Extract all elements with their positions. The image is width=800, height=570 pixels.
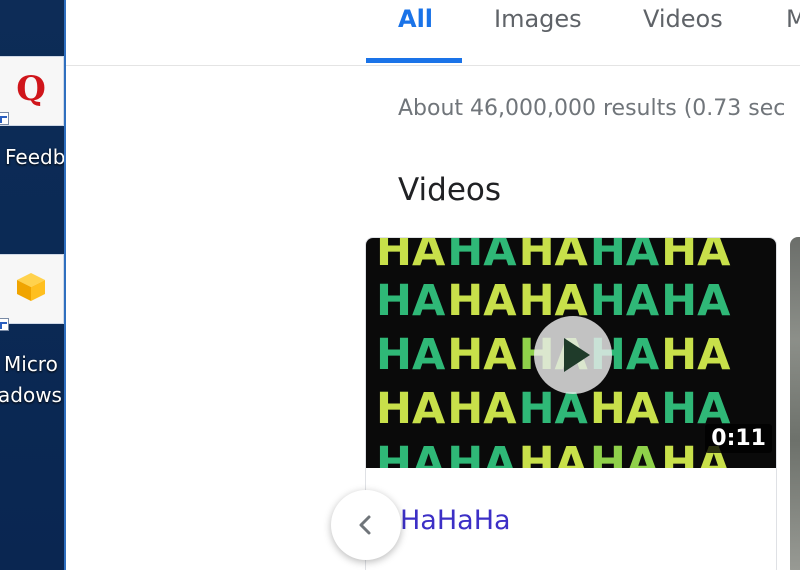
thumbnail-ha: HA <box>661 330 731 380</box>
video-thumbnail[interactable]: HAHAHAHAHA HAHAHAHAHA HAHA HAHA HA HAHAHAH… <box>366 238 776 468</box>
thumbnail-ha: HA <box>447 384 517 434</box>
desktop-shortcut-label: Micro <box>4 352 58 376</box>
quora-q-icon: Q <box>15 69 47 109</box>
tab-all[interactable]: All <box>398 5 433 33</box>
thumbnail-ha: HA <box>589 276 660 326</box>
tab-images[interactable]: Images <box>494 5 582 33</box>
thumbnail-text-row: HAHAHAHAHA <box>376 238 732 276</box>
chevron-left-icon <box>359 515 371 535</box>
thumbnail-ha: HA <box>589 238 660 276</box>
thumbnail-text-row: HAHAHAHAHA <box>376 438 732 468</box>
thumbnail-ha: HA <box>376 438 446 468</box>
box-cube-icon <box>15 269 47 305</box>
play-icon[interactable] <box>534 316 612 394</box>
thumbnail-ha: HA <box>376 238 446 276</box>
video-duration-badge: 0:11 <box>705 424 772 453</box>
active-tab-indicator <box>366 58 462 63</box>
shortcut-arrow-icon <box>0 318 9 331</box>
video-title-link[interactable]: HaHaHa <box>400 505 511 536</box>
thumbnail-ha: HA <box>589 438 660 468</box>
desktop-shortcut-microsoft[interactable] <box>0 254 64 324</box>
thumbnail-ha: HA <box>376 330 446 380</box>
desktop-shortcut-label: Feedb <box>5 145 66 169</box>
thumbnail-ha: HA <box>518 438 588 468</box>
tab-more[interactable]: M <box>786 5 800 33</box>
thumbnail-ha: HA <box>447 330 517 380</box>
thumbnail-text-row: HAHAHAHAHA <box>376 276 732 326</box>
thumbnail-text-row: HAHAHAHAHA <box>376 384 732 434</box>
thumbnail-ha: HA <box>589 384 660 434</box>
thumbnail-ha: HA <box>376 276 446 326</box>
tab-videos[interactable]: Videos <box>643 5 723 33</box>
result-stats: About 46,000,000 results (0.73 sec <box>398 96 786 121</box>
video-card[interactable]: HAHAHAHAHA HAHAHAHAHA HAHA HAHA HA HAHAHAH… <box>365 237 777 570</box>
thumbnail-ha: HA <box>447 438 517 468</box>
carousel-prev-button[interactable] <box>331 490 401 560</box>
shortcut-arrow-icon <box>0 112 9 125</box>
q-glyph: Q <box>16 69 46 109</box>
search-results-page: All Images Videos M About 46,000,000 res… <box>66 0 800 570</box>
search-tabs-bar: All Images Videos M <box>66 0 800 66</box>
thumbnail-ha: HA <box>447 238 517 276</box>
videos-heading: Videos <box>398 172 502 208</box>
thumbnail-ha: HA <box>376 384 446 434</box>
thumbnail-ha: HA <box>661 276 731 326</box>
desktop-strip: Q Feedb Micro adows <box>0 0 66 570</box>
thumbnail-ha: HA <box>447 276 517 326</box>
thumbnail-ha: HA <box>518 238 588 276</box>
next-video-card-peek[interactable] <box>790 237 800 570</box>
thumbnail-ha: HA <box>661 238 731 276</box>
desktop-shortcut-feedback[interactable]: Q <box>0 56 64 126</box>
desktop-shortcut-label: adows <box>0 383 62 407</box>
